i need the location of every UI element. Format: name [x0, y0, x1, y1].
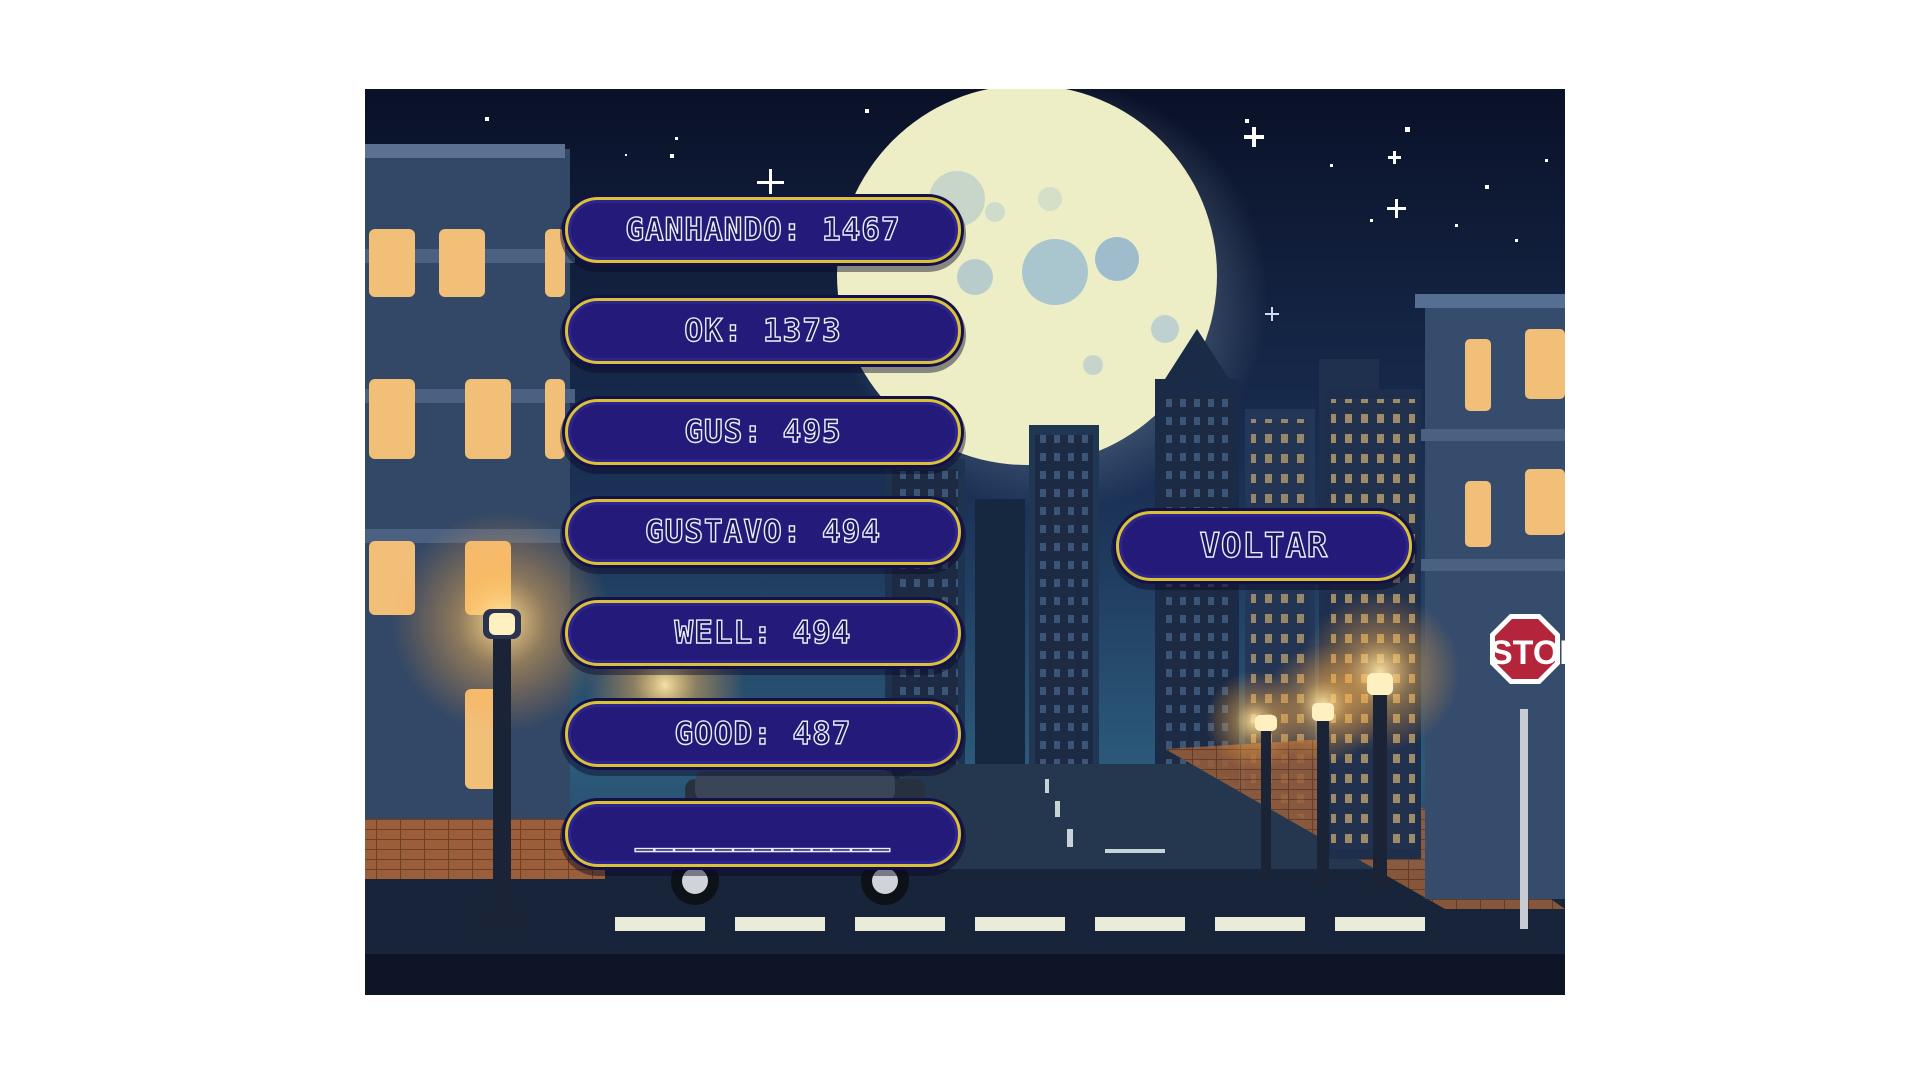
left-building	[365, 144, 605, 879]
leaderboard-entry-label: _____________	[634, 815, 891, 852]
leaderboard-entry-label: GOOD: 487	[674, 715, 852, 752]
game-canvas: STOP GANHANDO: 1467 OK: 1373 GUS: 495 GU…	[365, 89, 1565, 995]
leaderboard-entry-5[interactable]: WELL: 494	[565, 600, 961, 666]
leaderboard-entry-4[interactable]: GUSTAVO: 494	[565, 499, 961, 565]
voltar-button-label: VOLTAR	[1199, 525, 1329, 566]
leaderboard-entry-label: WELL: 494	[674, 614, 852, 651]
leaderboard-entry-3[interactable]: GUS: 495	[565, 399, 961, 465]
leaderboard-entry-label: GUSTAVO: 494	[644, 513, 881, 550]
leaderboard-entry-label: OK: 1373	[684, 312, 842, 349]
stop-sign-text: STOP	[1490, 634, 1565, 672]
leaderboard-entry-1[interactable]: GANHANDO: 1467	[565, 197, 961, 263]
leaderboard-entry-7[interactable]: _____________	[565, 801, 961, 867]
leaderboard-entry-label: GANHANDO: 1467	[625, 211, 901, 248]
leaderboard-entry-2[interactable]: OK: 1373	[565, 298, 961, 364]
leaderboard-entry-6[interactable]: GOOD: 487	[565, 701, 961, 767]
voltar-button[interactable]: VOLTAR	[1116, 511, 1412, 581]
leaderboard-entry-label: GUS: 495	[684, 413, 842, 450]
